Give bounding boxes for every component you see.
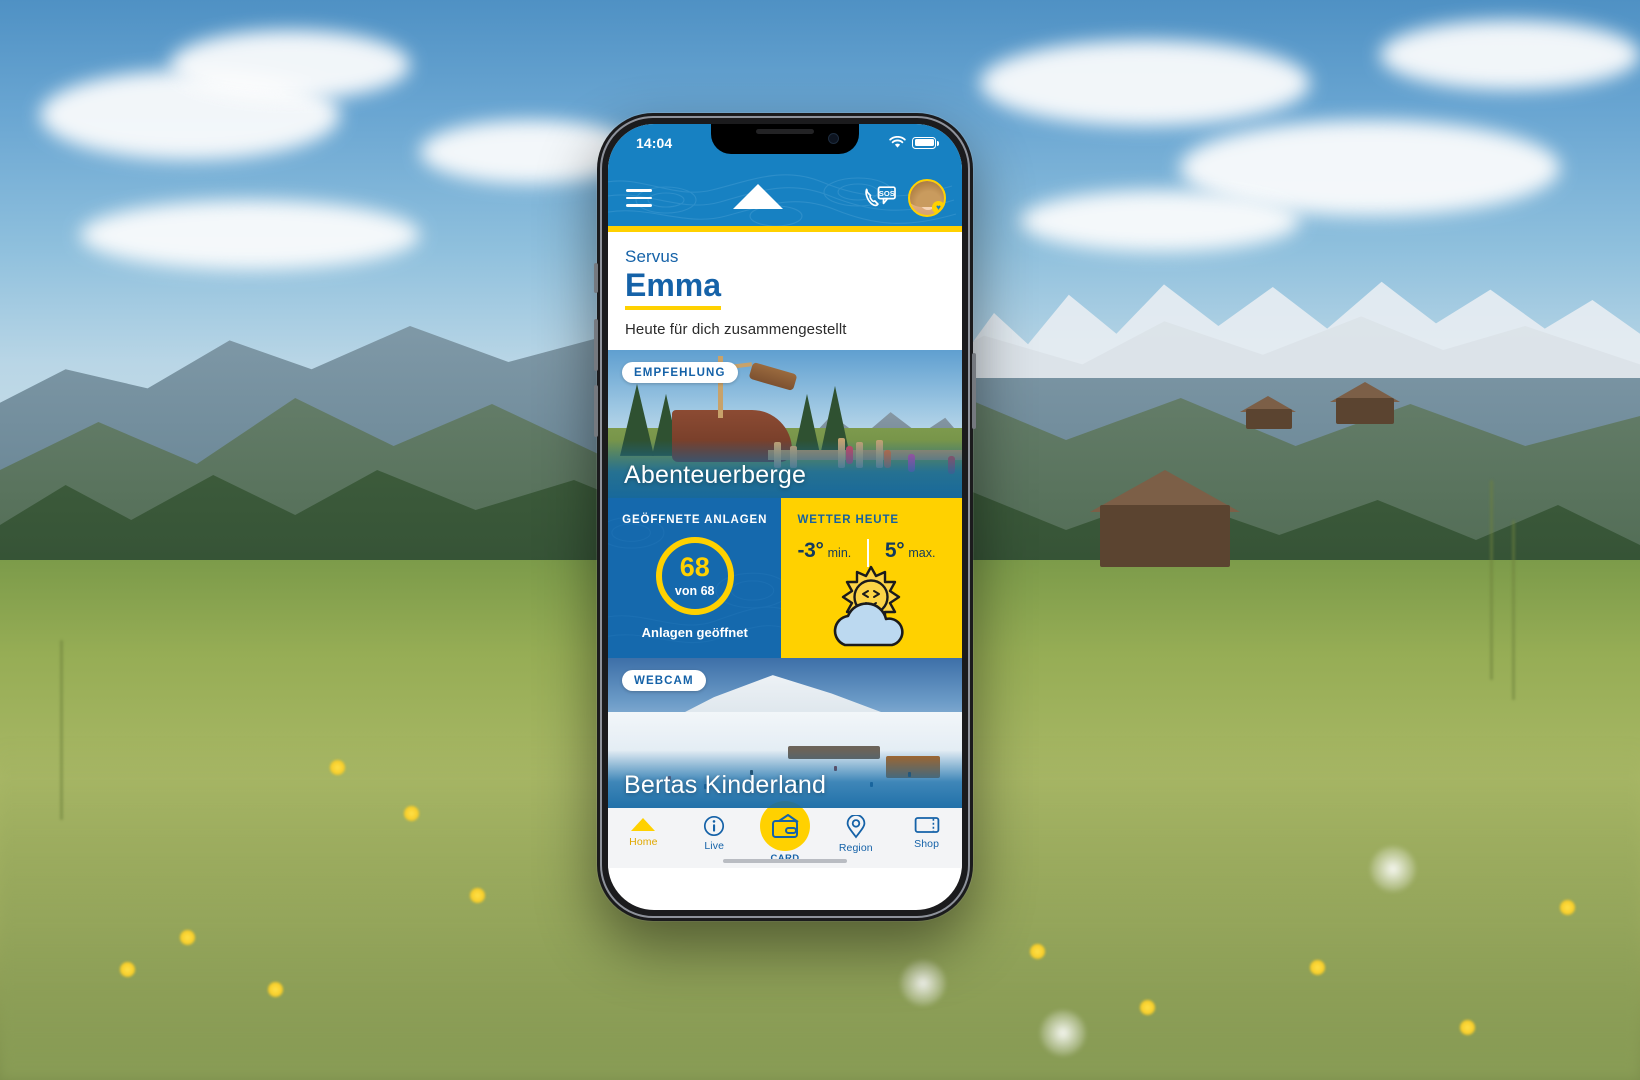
mountain-home-icon — [631, 817, 656, 831]
recommendation-badge: EMPFEHLUNG — [622, 361, 738, 383]
cloud — [1380, 20, 1640, 90]
battery-icon — [912, 136, 939, 149]
nav-label-shop: Shop — [914, 837, 940, 850]
wallet-card-icon[interactable] — [759, 800, 810, 851]
greeting-subtitle: Heute für dich zusammengestellt — [625, 320, 847, 338]
open-lifts-label: GEÖFFNETE ANLAGEN — [622, 513, 768, 526]
nav-item-home[interactable]: Home — [611, 815, 675, 848]
greeting-salutation: Servus — [625, 247, 679, 266]
nav-item-live[interactable]: Live — [682, 815, 746, 852]
hut-body — [1100, 505, 1230, 567]
webcam-badge: WEBCAM — [622, 669, 706, 691]
status-time: 14:04 — [636, 135, 673, 151]
nav-item-shop[interactable]: Shop — [895, 815, 959, 850]
greeting-user-name: Emma — [625, 268, 722, 310]
flower — [1460, 1020, 1475, 1035]
dandelion-puff — [1370, 846, 1416, 892]
recommendation-title: Abenteuerberge — [624, 460, 807, 489]
svg-text:SOS: SOS — [879, 189, 895, 198]
nav-item-region[interactable]: Region — [824, 814, 888, 854]
greeting-section: Servus Emma Heute für dich zusammengeste… — [608, 232, 962, 350]
recommendation-card[interactable]: EMPFEHLUNG Abenteuerberge — [608, 349, 962, 498]
ticket-icon — [914, 817, 939, 833]
volume-down-button[interactable] — [594, 385, 598, 437]
map-pin-icon — [846, 814, 866, 839]
flower — [120, 962, 135, 977]
weather-card[interactable]: WETTER HEUTE -3° min. 5° max. — [781, 497, 962, 658]
status-indicators — [889, 136, 939, 149]
notch — [711, 124, 859, 154]
webcam-card[interactable]: WEBCAM Bertas Kinderland — [608, 657, 962, 808]
hamburger-menu-icon[interactable] — [626, 184, 652, 212]
flower — [1140, 1000, 1155, 1015]
nav-label-region: Region — [838, 841, 873, 854]
phone-device: 14:04 SOS ♥ Servus Emma Heute für dich z… — [594, 113, 976, 921]
volume-up-button[interactable] — [594, 319, 598, 371]
earpiece-speaker — [756, 129, 814, 134]
hut-body — [1336, 398, 1394, 424]
weather-min-unit: min. — [827, 545, 852, 560]
grass — [60, 640, 63, 820]
open-lifts-card[interactable]: GEÖFFNETE ANLAGEN 68 von 68 Anlagen geöf… — [608, 497, 782, 658]
phone-screen: 14:04 SOS ♥ Servus Emma Heute für dich z… — [608, 124, 962, 910]
hut-body — [1246, 409, 1292, 429]
flower — [180, 930, 195, 945]
flower — [1310, 960, 1325, 975]
nav-label-home: Home — [629, 835, 658, 848]
grass — [1512, 520, 1515, 700]
cloud — [980, 40, 1310, 126]
open-lifts-count: 68 — [679, 551, 710, 582]
sun-behind-cloud-icon — [819, 559, 927, 656]
cloud — [1020, 190, 1300, 252]
info-cards-row: GEÖFFNETE ANLAGEN 68 von 68 Anlagen geöf… — [608, 497, 962, 658]
power-button[interactable] — [972, 353, 976, 429]
dandelion-puff — [900, 960, 946, 1006]
open-lifts-total: von 68 — [674, 583, 715, 598]
app-header: SOS ♥ — [608, 170, 962, 226]
sos-call-icon[interactable]: SOS — [863, 184, 897, 212]
info-circle-icon — [704, 815, 725, 836]
wifi-icon — [889, 136, 906, 148]
flower — [1560, 900, 1575, 915]
mute-switch[interactable] — [594, 263, 598, 293]
nav-label-live: Live — [704, 839, 725, 852]
mountain-logo-icon[interactable] — [729, 181, 787, 216]
flower — [470, 888, 485, 903]
home-indicator[interactable] — [723, 858, 847, 863]
webcam-title: Bertas Kinderland — [624, 770, 827, 799]
open-lifts-footer: Anlagen geöffnet — [641, 624, 748, 640]
weather-label: WETTER HEUTE — [797, 513, 899, 526]
front-camera — [828, 133, 839, 144]
flower — [1030, 944, 1045, 959]
status-bar: 14:04 — [608, 124, 962, 170]
flower — [268, 982, 283, 997]
bottom-navigation: Home Live CARD — [608, 800, 962, 868]
heart-icon: ♥ — [932, 201, 944, 214]
flower — [330, 760, 345, 775]
weather-max-unit: max. — [908, 545, 936, 560]
open-lifts-gauge: 68 von 68 — [655, 536, 734, 615]
grass — [1490, 480, 1493, 680]
avatar[interactable]: ♥ — [908, 179, 946, 217]
cloud — [170, 30, 410, 100]
header-actions: SOS ♥ — [863, 179, 946, 217]
cloud — [80, 200, 420, 270]
flower — [404, 806, 419, 821]
dandelion-puff — [1040, 1010, 1086, 1056]
